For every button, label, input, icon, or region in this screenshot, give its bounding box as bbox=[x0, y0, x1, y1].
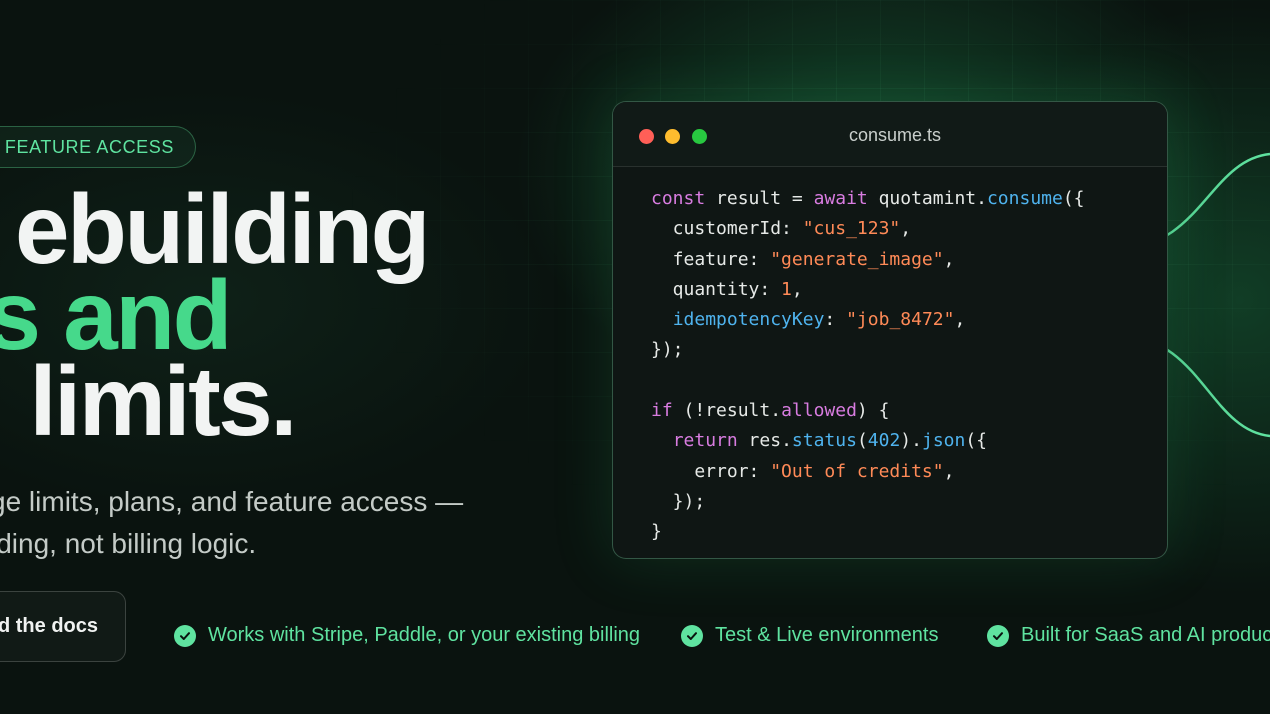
code-line: idempotencyKey: "job_8472", bbox=[672, 309, 966, 331]
code-line: if (!result.allowed) { bbox=[651, 400, 890, 422]
check-circle-icon bbox=[987, 624, 1009, 647]
badge-label: FEATURE ACCESS bbox=[4, 136, 174, 157]
hero-headline: ebuilding s and limits. bbox=[0, 180, 431, 456]
code-line: }); bbox=[651, 490, 706, 512]
hero-subheadline: ge limits, plans, and feature access — l… bbox=[0, 481, 510, 565]
editor-titlebar: consume.ts bbox=[613, 102, 1167, 167]
code-block: const result = await quotamint.consume({… bbox=[651, 184, 1085, 548]
subheadline-line-1: ge limits, plans, and feature access — bbox=[0, 486, 464, 517]
subheadline-line-2: lding, not billing logic. bbox=[0, 528, 257, 559]
feature-label: Test & Live environments bbox=[715, 624, 939, 646]
code-line: const result = await quotamint.consume({ bbox=[651, 188, 1085, 209]
feature-item-billing: Works with Stripe, Paddle, or your exist… bbox=[174, 624, 640, 647]
feature-item-environments: Test & Live environments bbox=[681, 624, 938, 647]
code-line: return res.status(402).json({ bbox=[672, 430, 988, 452]
check-circle-icon bbox=[174, 624, 196, 647]
feature-label: Built for SaaS and AI produc bbox=[1021, 624, 1270, 646]
code-line: } bbox=[651, 521, 662, 543]
code-line: customerId: "cus_123", bbox=[651, 218, 912, 240]
code-line: feature: "generate_image", bbox=[651, 248, 955, 270]
read-docs-button[interactable]: d the docs bbox=[0, 591, 126, 662]
feature-access-badge: FEATURE ACCESS bbox=[0, 126, 196, 168]
code-editor-window: consume.ts const result = await quotamin… bbox=[612, 101, 1168, 559]
feature-item-saas: Built for SaaS and AI produc bbox=[987, 624, 1270, 647]
code-line: quantity: 1, bbox=[651, 278, 803, 300]
check-circle-icon bbox=[681, 624, 703, 647]
feature-label: Works with Stripe, Paddle, or your exist… bbox=[208, 624, 641, 646]
editor-filename: consume.ts bbox=[848, 125, 942, 145]
code-line: error: "Out of credits", bbox=[651, 460, 955, 482]
headline-line-3: limits. bbox=[29, 346, 297, 456]
code-line: }); bbox=[651, 339, 684, 361]
